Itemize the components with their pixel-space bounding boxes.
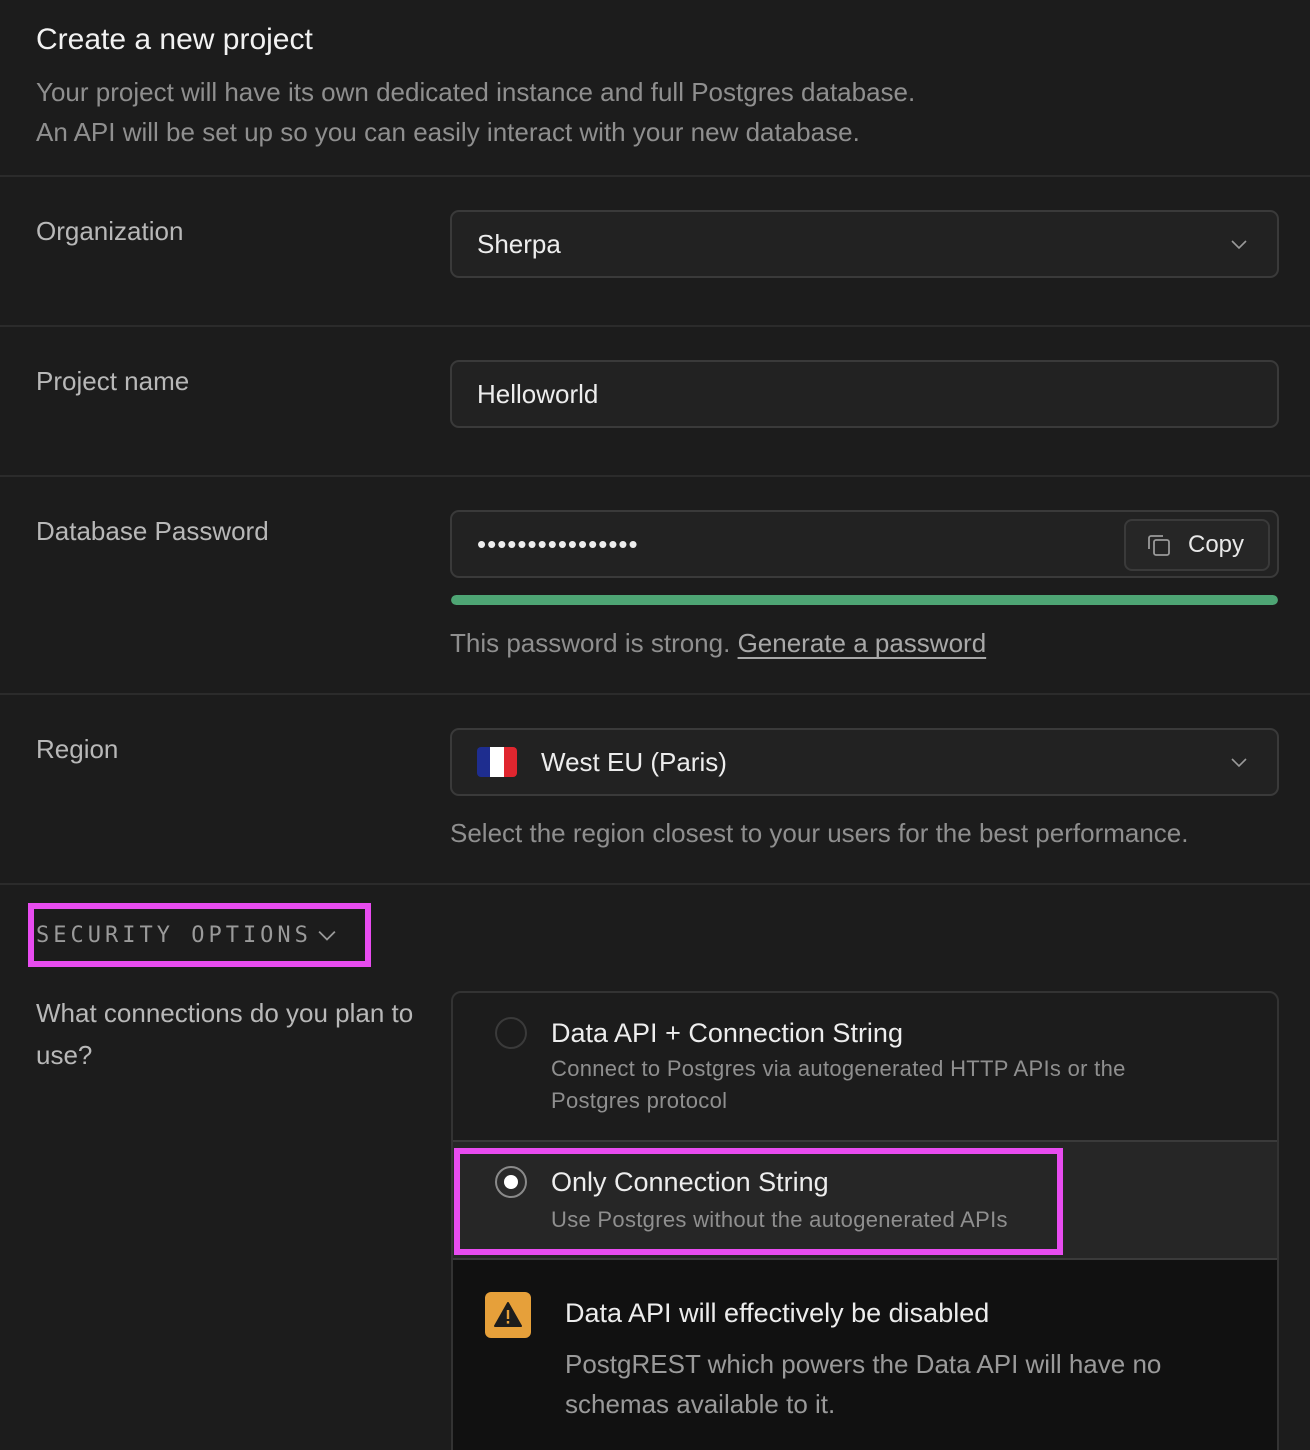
password-helper: This password is strong. Generate a pass… (450, 625, 986, 661)
option-title: Data API + Connection String (551, 1018, 903, 1048)
project-name-row: Project name Helloworld (0, 327, 1310, 477)
warning-title: Data API will effectively be disabled (565, 1298, 990, 1328)
region-helper: Select the region closest to your users … (450, 818, 1189, 848)
organization-select[interactable]: Sherpa (450, 210, 1279, 278)
warning-triangle-icon (485, 1292, 531, 1338)
organization-value: Sherpa (477, 228, 561, 259)
copy-password-button[interactable]: Copy (1124, 519, 1270, 571)
region-row: Region West EU (Paris) Select the region… (0, 695, 1310, 885)
connection-options-group: Data API + Connection String Connect to … (451, 991, 1279, 1450)
region-select[interactable]: West EU (Paris) (450, 728, 1279, 796)
radio-only-connection-string[interactable] (495, 1166, 527, 1198)
page-header: Create a new project Your project will h… (0, 0, 1310, 177)
option-description: Connect to Postgres via autogenerated HT… (551, 1056, 1126, 1113)
region-value: West EU (Paris) (541, 746, 727, 777)
chevron-down-icon (318, 930, 336, 941)
chevron-down-icon (1231, 758, 1247, 768)
copy-icon (1148, 535, 1170, 556)
data-api-warning: Data API will effectively be disabled Po… (453, 1260, 1277, 1450)
password-strength-text: This password is strong. (450, 628, 731, 658)
generate-password-link[interactable]: Generate a password (738, 628, 987, 658)
password-strength-fill (451, 595, 1278, 605)
project-name-input[interactable]: Helloworld (450, 360, 1279, 428)
security-options-toggle[interactable]: SECURITY OPTIONS (28, 903, 371, 967)
project-name-label: Project name (36, 366, 190, 396)
warning-body: PostgREST which powers the Data API will… (565, 1349, 1162, 1419)
connections-question: What connections do you plan to use? (36, 998, 414, 1070)
chevron-down-icon (1231, 240, 1247, 250)
radio-data-api-connection-string[interactable] (495, 1017, 527, 1049)
security-options-label: SECURITY OPTIONS (36, 922, 312, 948)
france-flag-icon (477, 747, 517, 777)
option-title: Only Connection String (551, 1167, 829, 1197)
page-subtitle-line-2: An API will be set up so you can easily … (36, 117, 860, 147)
project-name-value: Helloworld (477, 378, 599, 409)
option-description: Use Postgres without the autogenerated A… (551, 1207, 1008, 1232)
database-password-value: •••••••••••••••• (477, 528, 639, 559)
copy-button-label: Copy (1188, 531, 1245, 558)
region-label: Region (36, 734, 119, 764)
option-data-api-connection-string[interactable]: Data API + Connection String Connect to … (453, 993, 1277, 1140)
database-password-row: Database Password •••••••••••••••• Copy (0, 477, 1310, 695)
option-only-connection-string[interactable]: Only Connection String Use Postgres with… (453, 1140, 1277, 1260)
organization-label: Organization (36, 216, 184, 246)
page-title: Create a new project (36, 23, 313, 56)
password-strength-bar (451, 595, 1278, 605)
database-password-input[interactable]: •••••••••••••••• Copy (450, 510, 1279, 578)
organization-row: Organization Sherpa (0, 177, 1310, 327)
database-password-label: Database Password (36, 516, 269, 546)
page-subtitle-line-1: Your project will have its own dedicated… (36, 77, 916, 107)
